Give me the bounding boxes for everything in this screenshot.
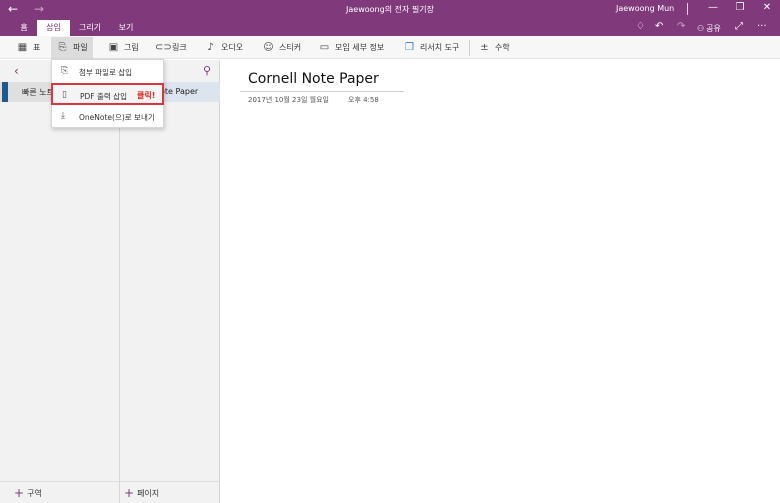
insert-file-button[interactable]: ⎘ 파일 bbox=[51, 37, 93, 59]
share-label: 공유 bbox=[706, 24, 721, 33]
insert-link-button[interactable]: ⊂⊃링크 bbox=[155, 40, 187, 56]
note-canvas[interactable]: Cornell Note Paper 2017년 10월 23일 월요일 오후 … bbox=[221, 60, 780, 503]
page-title[interactable]: Cornell Note Paper bbox=[248, 71, 379, 87]
math-button[interactable]: ± 수학 bbox=[478, 40, 510, 56]
document-icon: ▯ bbox=[62, 90, 67, 100]
more-options-icon[interactable]: ··· bbox=[757, 21, 767, 32]
math-icon: ± bbox=[480, 42, 489, 53]
add-page-button[interactable]: + 페이지 bbox=[124, 486, 159, 500]
researcher-button[interactable]: ❐ 리서치 도구 bbox=[403, 40, 459, 56]
meeting-details-label: 모임 세부 정보 bbox=[335, 43, 385, 52]
researcher-icon: ❐ bbox=[405, 42, 414, 53]
menu-item-send-to-onenote[interactable]: ⤓ OneNote(으)로 보내기 bbox=[52, 106, 163, 128]
section-color-bar bbox=[2, 82, 8, 102]
picture-icon: ▣ bbox=[108, 42, 119, 53]
share-button[interactable]: ⚇ 공유 bbox=[697, 23, 721, 34]
paperclip-icon: ⎘ bbox=[61, 66, 69, 76]
menu-item-label: OneNote(으)로 보내기 bbox=[79, 113, 155, 122]
tab-draw[interactable]: 그리기 bbox=[74, 20, 106, 36]
math-label: 수학 bbox=[495, 43, 510, 52]
pages-footer: + 페이지 bbox=[120, 481, 219, 503]
insert-table-label: 표 bbox=[33, 43, 41, 52]
user-name[interactable]: Jaewoong Mun bbox=[616, 4, 674, 13]
menu-item-label: 첨부 파일로 삽입 bbox=[79, 68, 133, 77]
insert-sticker-label: 스티커 bbox=[279, 43, 302, 52]
undo-icon[interactable]: ↶ bbox=[655, 21, 663, 32]
table-icon: ▦ bbox=[17, 42, 28, 53]
add-page-label: 페이지 bbox=[137, 489, 160, 498]
file-dropdown-menu: ⎘ 첨부 파일로 삽입 ▯ PDF 출력 삽입 클릭! ⤓ OneNote(으)… bbox=[51, 59, 164, 128]
close-button[interactable]: ✕ bbox=[760, 2, 774, 13]
redo-icon[interactable]: ↷ bbox=[677, 21, 685, 32]
title-bar: ← → Jaewoong의 전자 필기장 Jaewoong Mun — ❐ ✕ bbox=[0, 0, 780, 20]
fullscreen-icon[interactable]: ⤢ bbox=[735, 21, 743, 32]
insert-audio-label: 오디오 bbox=[221, 43, 244, 52]
insert-table-button[interactable]: ▦ 표 bbox=[16, 40, 41, 56]
titlebar-divider bbox=[687, 3, 688, 15]
researcher-label: 리서치 도구 bbox=[420, 43, 460, 52]
tab-home[interactable]: 홈 bbox=[11, 20, 37, 36]
lightbulb-icon[interactable]: ♢ bbox=[636, 21, 645, 32]
page-time: 오후 4:58 bbox=[348, 96, 379, 104]
toolbar-divider bbox=[469, 40, 470, 56]
plus-icon: + bbox=[124, 486, 135, 500]
microphone-icon: ♪ bbox=[207, 42, 214, 53]
insert-sticker-button[interactable]: ☺ 스티커 bbox=[262, 40, 301, 56]
plus-icon: + bbox=[14, 486, 25, 500]
download-icon: ⤓ bbox=[61, 111, 65, 121]
add-section-button[interactable]: + 구역 bbox=[14, 486, 42, 500]
sticker-icon: ☺ bbox=[263, 42, 274, 53]
tab-view[interactable]: 보기 bbox=[112, 20, 140, 36]
person-icon: ⚇ bbox=[697, 24, 705, 33]
sections-footer: + 구역 bbox=[0, 481, 119, 503]
link-icon: ⊂⊃ bbox=[155, 42, 172, 53]
page-date: 2017년 10월 23일 월요일 bbox=[248, 96, 329, 104]
back-chevron-icon[interactable]: ‹ bbox=[14, 64, 19, 78]
meeting-details-button[interactable]: ▭ 모임 세부 정보 bbox=[318, 40, 384, 56]
paperclip-icon: ⎘ bbox=[58, 42, 67, 53]
section-item-label: 빠른 노트 bbox=[22, 88, 54, 97]
menu-item-insert-attachment[interactable]: ⎘ 첨부 파일로 삽입 bbox=[52, 61, 163, 83]
search-icon[interactable]: ⚲ bbox=[203, 64, 211, 77]
insert-toolbar: ▦ 표 ⎘ 파일 ▣ 그림 ⊂⊃링크 ♪ 오디오 ☺ 스티커 ▭ 모임 세부 정보 ❐ 리서치… bbox=[0, 36, 780, 59]
menu-item-insert-pdf-printout[interactable]: ▯ PDF 출력 삽입 클릭! bbox=[51, 83, 164, 105]
page-item-label: ote Paper bbox=[160, 87, 199, 96]
insert-audio-button[interactable]: ♪ 오디오 bbox=[204, 40, 243, 56]
restore-button[interactable]: ❐ bbox=[733, 2, 747, 13]
insert-picture-button[interactable]: ▣ 그림 bbox=[107, 40, 139, 56]
ribbon-tabs: 홈 삽입 그리기 보기 ♢ ↶ ↷ ⚇ 공유 ⤢ ··· bbox=[0, 20, 780, 36]
insert-picture-label: 그림 bbox=[124, 43, 139, 52]
minimize-button[interactable]: — bbox=[706, 2, 720, 13]
insert-file-label: 파일 bbox=[73, 43, 88, 52]
menu-item-label: PDF 출력 삽입 bbox=[80, 92, 127, 101]
calendar-icon: ▭ bbox=[319, 42, 330, 53]
insert-link-label: 링크 bbox=[172, 43, 187, 52]
title-underline bbox=[240, 91, 404, 92]
add-section-label: 구역 bbox=[27, 489, 42, 498]
tab-insert[interactable]: 삽입 bbox=[37, 20, 70, 36]
click-annotation: 클릭! bbox=[137, 91, 156, 100]
